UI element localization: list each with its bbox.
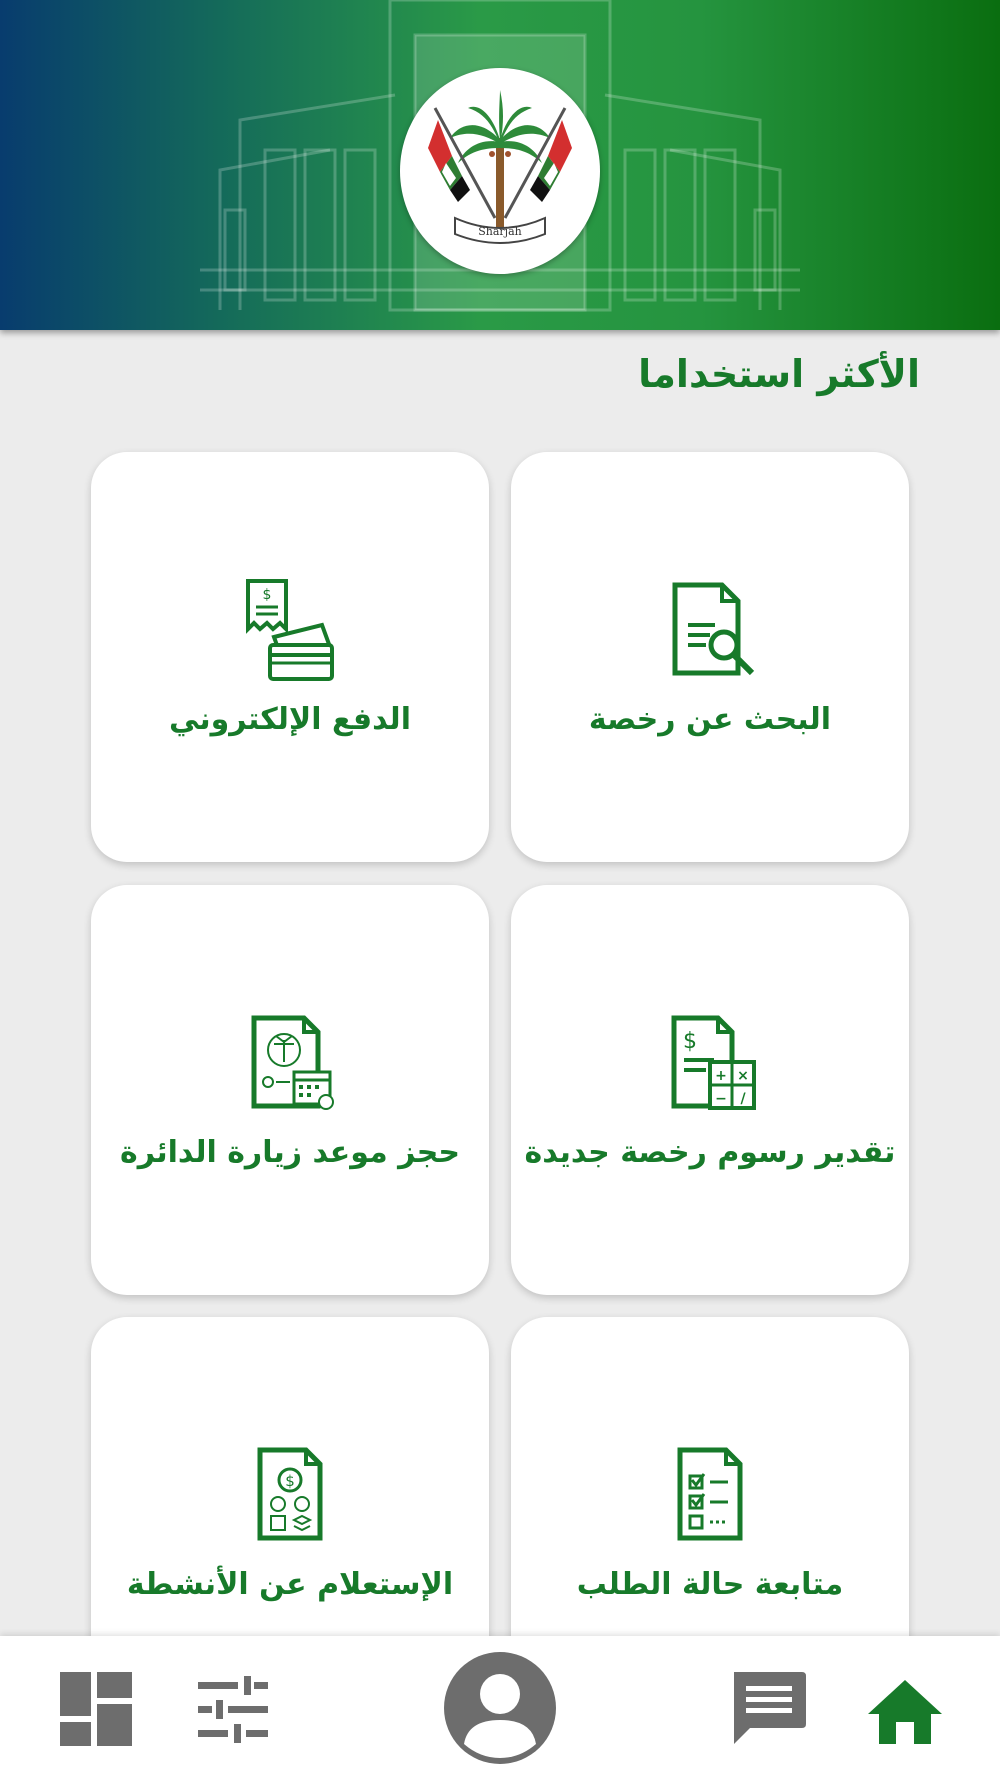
service-label: البحث عن رخصة	[588, 702, 832, 737]
svg-text:×: ×	[737, 1068, 749, 1084]
license-search-icon	[672, 582, 755, 676]
service-card-appointment[interactable]: حجز موعد زيارة الدائرة	[91, 885, 489, 1295]
sharjah-emblem: Sharjah	[400, 68, 600, 274]
dashboard-icon[interactable]	[60, 1672, 132, 1746]
bottom-navigation	[0, 1636, 1000, 1778]
app-header: Sharjah	[0, 0, 1000, 330]
user-icon[interactable]	[442, 1650, 558, 1766]
svg-text:$: $	[683, 1029, 697, 1054]
svg-text:−: −	[715, 1091, 727, 1107]
request-status-icon	[677, 1447, 743, 1541]
e-payment-icon: $	[246, 579, 334, 681]
fee-calculator-icon: $ + × − /	[671, 1015, 756, 1110]
svg-text:/: /	[740, 1091, 746, 1107]
service-label: الإستعلام عن الأنشطة	[126, 1567, 454, 1602]
appointment-booking-icon	[251, 1015, 334, 1110]
chat-icon[interactable]	[726, 1666, 808, 1748]
service-label: متابعة حالة الطلب	[576, 1567, 844, 1602]
section-title: الأكثر استخداما	[638, 352, 920, 396]
service-card-e-payment[interactable]: $ الدفع الإلكتروني	[91, 452, 489, 862]
home-icon[interactable]	[864, 1676, 946, 1748]
service-label: الدفع الإلكتروني	[169, 702, 411, 737]
svg-text:$: $	[263, 587, 272, 603]
service-label: حجز موعد زيارة الدائرة	[119, 1135, 461, 1170]
emblem-ribbon-text: Sharjah	[478, 225, 522, 238]
service-card-fee-estimate[interactable]: $ + × − / تقدير رسوم رخصة جديدة	[511, 885, 909, 1295]
svg-text:$: $	[285, 1472, 295, 1490]
activities-inquiry-icon: $	[257, 1447, 323, 1541]
service-card-license-search[interactable]: البحث عن رخصة	[511, 452, 909, 862]
sliders-icon[interactable]	[196, 1674, 270, 1746]
svg-text:+: +	[715, 1068, 727, 1084]
service-label: تقدير رسوم رخصة جديدة	[524, 1135, 896, 1170]
sharjah-emblem-icon: Sharjah	[428, 90, 572, 244]
